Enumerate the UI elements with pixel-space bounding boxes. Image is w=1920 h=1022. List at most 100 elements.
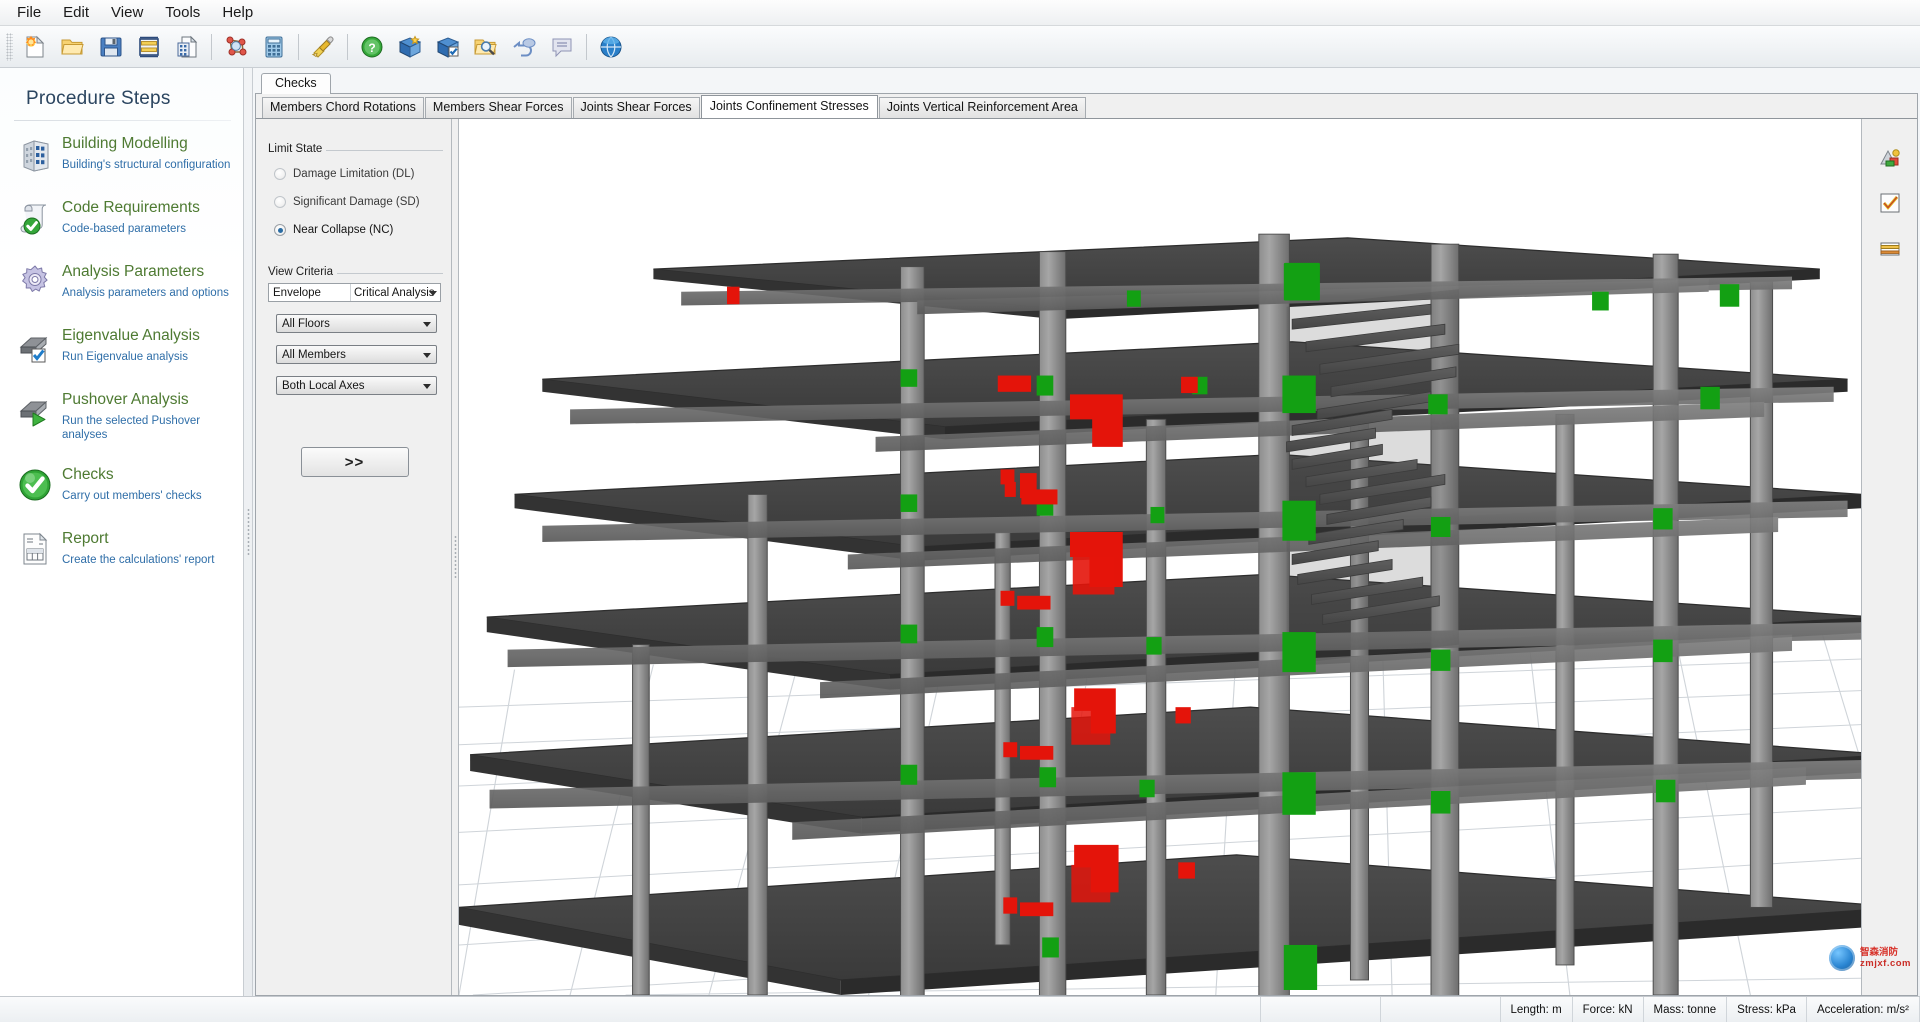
subtab-members-chord-rotations[interactable]: Members Chord Rotations (262, 97, 424, 118)
folder-search-icon[interactable] (467, 29, 505, 65)
status-message-area (0, 997, 1261, 1022)
status-bar: Length: m Force: kN Mass: tonne Stress: … (0, 996, 1920, 1022)
speech-back-icon[interactable] (505, 29, 543, 65)
report-doc-icon (14, 528, 56, 570)
help-question-icon[interactable]: ? (353, 29, 391, 65)
main-area: Checks Members Chord Rotations Members S… (253, 68, 1920, 996)
sidebar-item-report[interactable]: Report Create the calculations' report (0, 516, 243, 580)
speech-bubble-icon[interactable] (543, 29, 581, 65)
sidebar-item-checks[interactable]: Checks Carry out members' checks (0, 452, 243, 516)
criteria-control-panel: Limit State Damage Limitation (DL) Signi… (256, 119, 452, 995)
status-acceleration-unit: Acceleration: m/s² (1807, 997, 1920, 1022)
radio-dl-label: Damage Limitation (DL) (293, 168, 414, 180)
sidebar-item-heading: Pushover Analysis (62, 391, 235, 409)
sidebar-item-desc: Run Eigenvalue analysis (62, 350, 200, 364)
green-check-icon (14, 464, 56, 506)
radio-near-collapse[interactable]: Near Collapse (NC) (266, 216, 443, 244)
toolbar-separator (586, 34, 587, 60)
sidebar-item-heading: Report (62, 530, 214, 548)
sidebar-splitter[interactable] (244, 68, 253, 996)
checks-view-icon[interactable] (1873, 187, 1907, 219)
menu-edit[interactable]: Edit (52, 2, 100, 23)
checks-panel: Members Chord Rotations Members Shear Fo… (255, 94, 1918, 996)
floors-icon[interactable] (130, 29, 168, 65)
sidebar-item-desc: Run the selected Pushover analyses (62, 414, 235, 442)
radio-nc-indicator (274, 224, 286, 236)
open-folder-icon[interactable] (54, 29, 92, 65)
tab-checks[interactable]: Checks (261, 73, 331, 94)
sidebar-item-desc: Code-based parameters (62, 222, 200, 236)
members-combo-value: All Members (282, 349, 346, 361)
sidebar-item-desc: Carry out members' checks (62, 489, 202, 503)
sidebar-item-heading: Building Modelling (62, 135, 230, 153)
building-copy-icon[interactable] (168, 29, 206, 65)
radio-damage-limitation[interactable]: Damage Limitation (DL) (266, 160, 443, 188)
model-viewport[interactable] (459, 119, 1917, 995)
menu-file[interactable]: File (6, 2, 52, 23)
sidebar-item-desc: Create the calculations' report (62, 553, 214, 567)
sidebar-item-heading: Code Requirements (62, 199, 200, 217)
menu-view[interactable]: View (100, 2, 154, 23)
axes-combo-value: Both Local Axes (282, 380, 364, 392)
menu-help[interactable]: Help (211, 2, 264, 23)
subtab-joints-shear-forces[interactable]: Joints Shear Forces (573, 97, 700, 118)
limit-state-legend: Limit State (266, 143, 326, 155)
globe-icon[interactable] (592, 29, 630, 65)
sidebar-item-text: Eigenvalue Analysis Run Eigenvalue analy… (62, 325, 200, 364)
chevron-down-icon (423, 322, 431, 327)
envelope-row: Envelope Critical Analysis (268, 283, 441, 302)
model-3d-scene (459, 119, 1917, 995)
radio-significant-damage[interactable]: Significant Damage (SD) (266, 188, 443, 216)
subtab-members-shear-forces[interactable]: Members Shear Forces (425, 97, 572, 118)
floors-combo[interactable]: All Floors (276, 314, 437, 333)
members-combo[interactable]: All Members (276, 345, 437, 364)
panel-splitter[interactable] (452, 119, 459, 995)
render-colors-icon[interactable] (1873, 141, 1907, 173)
checks-subtabs: Members Chord Rotations Members Shear Fo… (256, 94, 1917, 118)
radio-sd-indicator (274, 196, 286, 208)
axes-combo[interactable]: Both Local Axes (276, 376, 437, 395)
status-stress-unit: Stress: kPa (1727, 997, 1807, 1022)
radio-nc-label: Near Collapse (NC) (293, 224, 393, 236)
subtab-joints-confinement-stresses[interactable]: Joints Confinement Stresses (701, 95, 878, 118)
status-spacer-1 (1261, 997, 1381, 1022)
sidebar-item-text: Report Create the calculations' report (62, 528, 214, 567)
paintbrush-icon[interactable] (304, 29, 342, 65)
limit-state-group: Limit State Damage Limitation (DL) Signi… (266, 131, 443, 244)
radio-sd-label: Significant Damage (SD) (293, 196, 420, 208)
status-force-unit: Force: kN (1573, 997, 1644, 1022)
sidebar-item-pushover-analysis[interactable]: Pushover Analysis Run the selected Pusho… (0, 377, 243, 452)
chevron-down-icon (429, 291, 437, 296)
molecule-nodes-icon[interactable] (217, 29, 255, 65)
section-view-icon[interactable] (1873, 233, 1907, 265)
book-star-icon[interactable] (391, 29, 429, 65)
sidebar-item-analysis-parameters[interactable]: Analysis Parameters Analysis parameters … (0, 249, 243, 313)
pushover-play-icon (14, 389, 56, 431)
save-disk-icon[interactable] (92, 29, 130, 65)
chevron-down-icon (423, 353, 431, 358)
toolbar-grip[interactable] (6, 33, 13, 61)
sidebar-item-desc: Analysis parameters and options (62, 286, 229, 300)
procedure-steps-sidebar: Procedure Steps (0, 68, 244, 996)
eigen-check-icon (14, 325, 56, 367)
book-check-icon[interactable] (429, 29, 467, 65)
sidebar-item-text: Code Requirements Code-based parameters (62, 197, 200, 236)
new-project-icon[interactable] (16, 29, 54, 65)
subtab-joints-vertical-reinforcement-area[interactable]: Joints Vertical Reinforcement Area (879, 97, 1086, 118)
envelope-select[interactable]: Critical Analysis (351, 284, 440, 301)
sidebar-item-eigenvalue-analysis[interactable]: Eigenvalue Analysis Run Eigenvalue analy… (0, 313, 243, 377)
menu-bar: File Edit View Tools Help (0, 0, 1920, 26)
sidebar-item-building-modelling[interactable]: Building Modelling Building's structural… (0, 121, 243, 185)
calculator-icon[interactable] (255, 29, 293, 65)
sidebar-item-text: Building Modelling Building's structural… (62, 133, 230, 172)
envelope-value: Critical Analysis (354, 287, 435, 299)
stair-shaft-wall (1287, 289, 1459, 664)
application-window: File Edit View Tools Help (0, 0, 1920, 1022)
scroll-check-icon (14, 197, 56, 239)
status-length-unit: Length: m (1501, 997, 1573, 1022)
chevron-down-icon (423, 384, 431, 389)
run-checks-button[interactable]: >> (301, 447, 409, 477)
body-split: Procedure Steps (0, 68, 1920, 996)
sidebar-item-code-requirements[interactable]: Code Requirements Code-based parameters (0, 185, 243, 249)
menu-tools[interactable]: Tools (154, 2, 211, 23)
